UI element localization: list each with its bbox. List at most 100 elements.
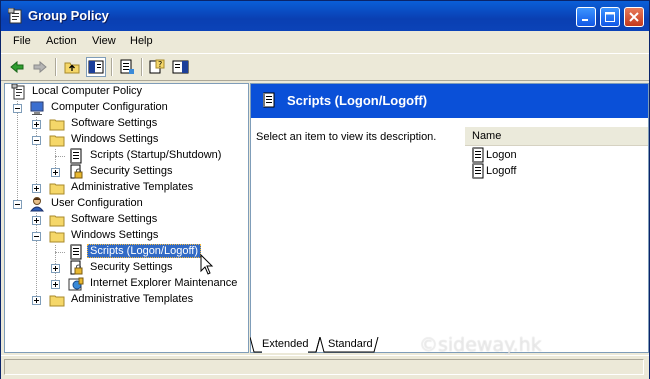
tree-label: Scripts (Startup/Shutdown) (90, 149, 222, 161)
minus-icon (15, 204, 20, 205)
show-hide-tree-button[interactable] (86, 57, 106, 77)
script-icon (70, 148, 82, 164)
menu-action[interactable]: Action (46, 35, 77, 47)
detail-title: Scripts (Logon/Logoff) (287, 93, 428, 108)
forward-arrow-icon[interactable] (30, 57, 50, 77)
maximize-button[interactable] (600, 7, 620, 27)
detail-header: Scripts (Logon/Logoff) (251, 84, 648, 118)
tree-node-uc-windows-settings[interactable]: Windows Settings (9, 228, 239, 244)
status-pane (4, 359, 644, 375)
minus-icon (34, 140, 39, 141)
group-policy-app-icon (8, 8, 22, 24)
tree-label: Software Settings (71, 213, 158, 225)
title-bar[interactable]: Group Policy (1, 1, 649, 31)
up-folder-icon[interactable] (62, 57, 82, 77)
detail-pane: Scripts (Logon/Logoff) Select an item to… (250, 83, 649, 353)
tree-label: Administrative Templates (71, 181, 194, 193)
list-item-label: Logoff (486, 165, 517, 177)
folder-open-icon (49, 135, 65, 147)
tree-node-local-computer-policy[interactable]: Local Computer Policy (9, 84, 239, 100)
list-item-label: Logon (486, 149, 517, 161)
description-text: Select an item to view its description. (256, 131, 437, 143)
script-icon (472, 147, 484, 163)
show-hide-tree-icon (88, 60, 104, 74)
tree-label: Security Settings (90, 165, 173, 177)
tree-label: User Configuration (51, 197, 143, 209)
expand-toggle[interactable] (32, 216, 41, 225)
tree-pane[interactable]: Local Computer Policy Computer Configura… (4, 83, 249, 353)
tree-node-uc-ie-maintenance[interactable]: Internet Explorer Maintenance (9, 276, 244, 292)
menu-file[interactable]: File (13, 35, 31, 47)
svg-text:?: ? (158, 60, 162, 69)
expand-toggle[interactable] (32, 184, 41, 193)
folder-icon (49, 119, 65, 131)
tree-connector (55, 156, 65, 157)
tree-node-cc-administrative-templates[interactable]: Administrative Templates (9, 180, 239, 196)
tab-standard[interactable]: Standard (328, 338, 373, 353)
group-policy-window: Group Policy File Action View Help ? Loc… (0, 0, 650, 379)
tree-label: Computer Configuration (51, 101, 168, 113)
tree-connector (55, 252, 65, 253)
tree-node-uc-security-settings[interactable]: Security Settings (9, 260, 199, 276)
tree-node-uc-software-settings[interactable]: Software Settings (9, 212, 239, 228)
toolbar-separator (141, 58, 143, 76)
collapse-toggle[interactable] (32, 232, 41, 241)
tree-label: Windows Settings (71, 133, 159, 145)
toolbar-separator (55, 58, 57, 76)
tree-label: Windows Settings (71, 229, 159, 241)
minimize-button[interactable] (576, 7, 596, 27)
tree-label: Internet Explorer Maintenance (90, 277, 238, 289)
minimize-icon (582, 19, 588, 21)
plus-icon (53, 282, 58, 287)
status-bar (1, 355, 649, 379)
tree-node-cc-scripts[interactable]: Scripts (Startup/Shutdown) (9, 148, 239, 164)
help-icon[interactable]: ? (147, 57, 167, 77)
toolbar: ? (1, 54, 649, 81)
close-button[interactable] (624, 7, 644, 27)
menu-bar: File Action View Help (1, 31, 649, 54)
menu-help[interactable]: Help (130, 35, 153, 47)
computer-icon (30, 101, 44, 115)
plus-icon (34, 122, 39, 127)
plus-icon (34, 298, 39, 303)
tree-label: Software Settings (71, 117, 158, 129)
security-lock-icon (70, 164, 83, 179)
collapse-toggle[interactable] (13, 104, 22, 113)
tree-label: Administrative Templates (71, 293, 194, 305)
tree-node-user-configuration[interactable]: User Configuration (9, 196, 239, 212)
user-icon (29, 197, 45, 212)
tree-node-cc-security-settings[interactable]: Security Settings (9, 164, 239, 180)
tab-extended[interactable]: Extended (262, 338, 309, 353)
collapse-toggle[interactable] (32, 136, 41, 145)
menu-view[interactable]: View (92, 35, 116, 47)
back-arrow-icon[interactable] (7, 57, 27, 77)
mouse-cursor-icon (200, 254, 214, 275)
tree-node-cc-software-settings[interactable]: Software Settings (9, 116, 239, 132)
expand-toggle[interactable] (32, 296, 41, 305)
tree-node-cc-windows-settings[interactable]: Windows Settings (9, 132, 239, 148)
minus-icon (34, 236, 39, 237)
tree-label-selected: Scripts (Logon/Logoff) (87, 244, 202, 258)
watermark-text: ©sideway.hk (419, 334, 542, 356)
tree-node-computer-configuration[interactable]: Computer Configuration (9, 100, 239, 116)
export-list-icon[interactable] (117, 57, 137, 77)
folder-icon (49, 215, 65, 227)
tree-node-uc-administrative-templates[interactable]: Administrative Templates (9, 292, 239, 308)
folder-icon (49, 295, 65, 307)
expand-toggle[interactable] (32, 120, 41, 129)
collapse-toggle[interactable] (13, 200, 22, 209)
column-name-label: Name (472, 130, 502, 142)
window-title: Group Policy (28, 8, 109, 23)
security-lock-icon (70, 260, 83, 275)
folder-icon (49, 183, 65, 195)
expand-toggle[interactable] (51, 168, 60, 177)
internet-explorer-icon (68, 277, 84, 291)
expand-toggle[interactable] (51, 280, 60, 289)
show-hide-action-pane-icon[interactable] (171, 57, 191, 77)
toolbar-separator (111, 58, 113, 76)
expand-toggle[interactable] (51, 264, 60, 273)
policy-document-icon (11, 84, 25, 100)
script-icon (70, 244, 82, 260)
list-column-header[interactable]: Name (465, 126, 648, 146)
close-icon (629, 12, 639, 22)
